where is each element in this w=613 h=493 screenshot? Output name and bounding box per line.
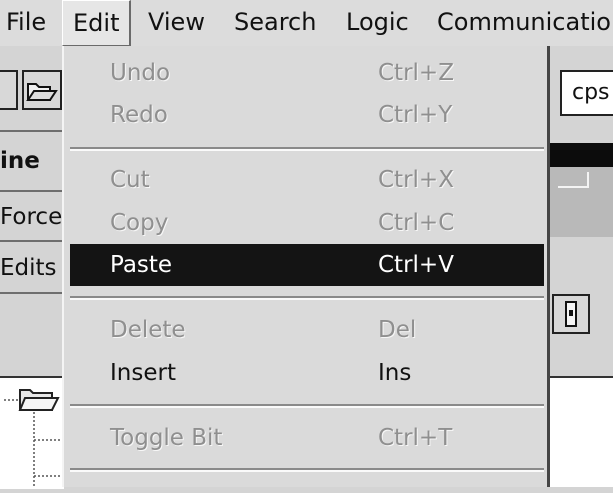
menu-item-label: Insert — [110, 360, 176, 386]
door-button[interactable] — [552, 294, 590, 334]
menu-separator — [70, 296, 544, 300]
menu-item-label: Copy — [110, 210, 169, 236]
menu-item-paste[interactable]: Paste Ctrl+V — [70, 244, 544, 286]
menu-item-shortcut: Ctrl+Z — [378, 60, 454, 86]
menu-item-shortcut: Ctrl+X — [378, 167, 454, 193]
menu-logic[interactable]: Logic — [346, 0, 409, 46]
toolbar-button[interactable] — [0, 70, 18, 110]
divider — [0, 292, 64, 294]
menu-item-shortcut: Ctrl+C — [378, 210, 455, 236]
menu-item-copy[interactable]: Copy Ctrl+C — [70, 202, 544, 244]
force-button-label[interactable]: Force — [0, 204, 62, 230]
menu-item-undo[interactable]: Undo Ctrl+Z — [70, 52, 544, 94]
ladder-tab-label[interactable]: ine — [0, 148, 40, 174]
open-folder-icon — [26, 83, 58, 101]
divider — [0, 240, 64, 242]
menu-edit[interactable]: Edit — [62, 0, 132, 46]
menu-item-toggle-bit[interactable]: Toggle Bit Ctrl+T — [70, 417, 544, 459]
edit-menu-dropdown: Undo Ctrl+Z Redo Ctrl+Y Cut Ctrl+X Copy … — [62, 46, 550, 487]
divider — [0, 190, 64, 192]
folder-icon — [18, 389, 60, 411]
menu-item-label: Toggle Bit — [110, 425, 223, 451]
ladder-preview — [548, 167, 613, 237]
title-strip — [548, 143, 613, 167]
menu-item-label: Undo — [110, 60, 171, 86]
processor-field[interactable]: cps — [560, 70, 613, 116]
menu-search[interactable]: Search — [234, 0, 316, 46]
menu-item-shortcut: Ctrl+V — [378, 252, 454, 278]
menu-communication[interactable]: Communication — [437, 0, 613, 46]
menu-separator — [70, 147, 544, 151]
menu-file[interactable]: File — [6, 0, 46, 46]
menu-item-redo[interactable]: Redo Ctrl+Y — [70, 94, 544, 136]
edits-button-label[interactable]: Edits — [0, 255, 57, 281]
menu-bar: File Edit View Search Logic Communicatio… — [0, 0, 613, 46]
menu-item-cut[interactable]: Cut Ctrl+X — [70, 159, 544, 201]
menu-item-label: Cut — [110, 167, 150, 193]
divider — [0, 130, 64, 132]
menu-item-label: Delete — [110, 317, 186, 343]
menu-item-shortcut: Ctrl+T — [378, 425, 453, 451]
menu-separator — [70, 404, 544, 408]
workspace-pane[interactable] — [548, 376, 613, 487]
menu-item-shortcut: Ins — [378, 360, 412, 386]
menu-item-label: Redo — [110, 102, 168, 128]
menu-item-delete[interactable]: Delete Del — [70, 309, 544, 351]
menu-item-label: Paste — [110, 252, 173, 278]
menu-item-shortcut: Ctrl+Y — [378, 102, 453, 128]
menu-item-insert[interactable]: Insert Ins — [70, 352, 544, 394]
menu-separator — [70, 468, 544, 472]
project-tree[interactable] — [0, 376, 64, 489]
menu-item-shortcut: Del — [378, 317, 417, 343]
door-icon — [565, 301, 577, 327]
open-folder-button[interactable] — [22, 70, 62, 110]
menu-view[interactable]: View — [148, 0, 205, 46]
